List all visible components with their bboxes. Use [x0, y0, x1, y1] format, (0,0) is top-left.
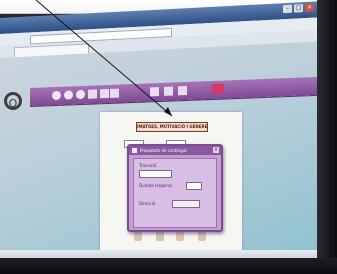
tool-record-icon[interactable] — [212, 83, 224, 95]
monitor-bezel-right — [317, 0, 337, 274]
photo-of-monitor: – □ × Q IMATGES, MOTIVACIÓ I GÈNERE Prop… — [0, 0, 337, 274]
dialog-header: Propietats de contingut × — [129, 146, 221, 155]
duration-label: Durada (segons) — [139, 183, 173, 188]
dialog-title: Propietats de contingut — [140, 148, 187, 153]
tool-paint-icon[interactable] — [88, 89, 97, 99]
dialog-close-icon[interactable]: × — [213, 147, 219, 153]
dialog-body: Transició Durada (segons) Direcció — [133, 158, 217, 228]
document-title: IMATGES, MOTIVACIÓ I GÈNERE — [136, 122, 208, 132]
app-logo: Q — [4, 92, 22, 110]
monitor-bezel-bottom — [0, 258, 337, 274]
tool-person-icon[interactable] — [52, 90, 61, 101]
tool-edit-icon[interactable] — [110, 88, 119, 98]
transition-label: Transició — [139, 163, 157, 168]
direction-select[interactable] — [172, 200, 200, 208]
dialog-app-icon — [132, 148, 137, 153]
window-controls: – □ × — [283, 3, 314, 14]
tool-location-icon[interactable] — [76, 89, 85, 100]
duration-input[interactable] — [186, 182, 202, 190]
tool-person-icon[interactable] — [64, 90, 73, 100]
tool-text-icon[interactable] — [164, 86, 173, 96]
direction-label: Direcció — [139, 201, 156, 206]
tool-brush-icon[interactable] — [100, 88, 109, 99]
maximize-icon[interactable]: □ — [294, 4, 303, 13]
minimize-icon[interactable]: – — [283, 4, 292, 14]
tool-image-icon[interactable] — [150, 87, 159, 97]
tool-grid-icon[interactable] — [178, 85, 187, 96]
transition-select[interactable] — [139, 170, 172, 178]
properties-dialog: Propietats de contingut × Transició Dura… — [127, 144, 223, 232]
close-icon[interactable]: × — [305, 3, 314, 13]
